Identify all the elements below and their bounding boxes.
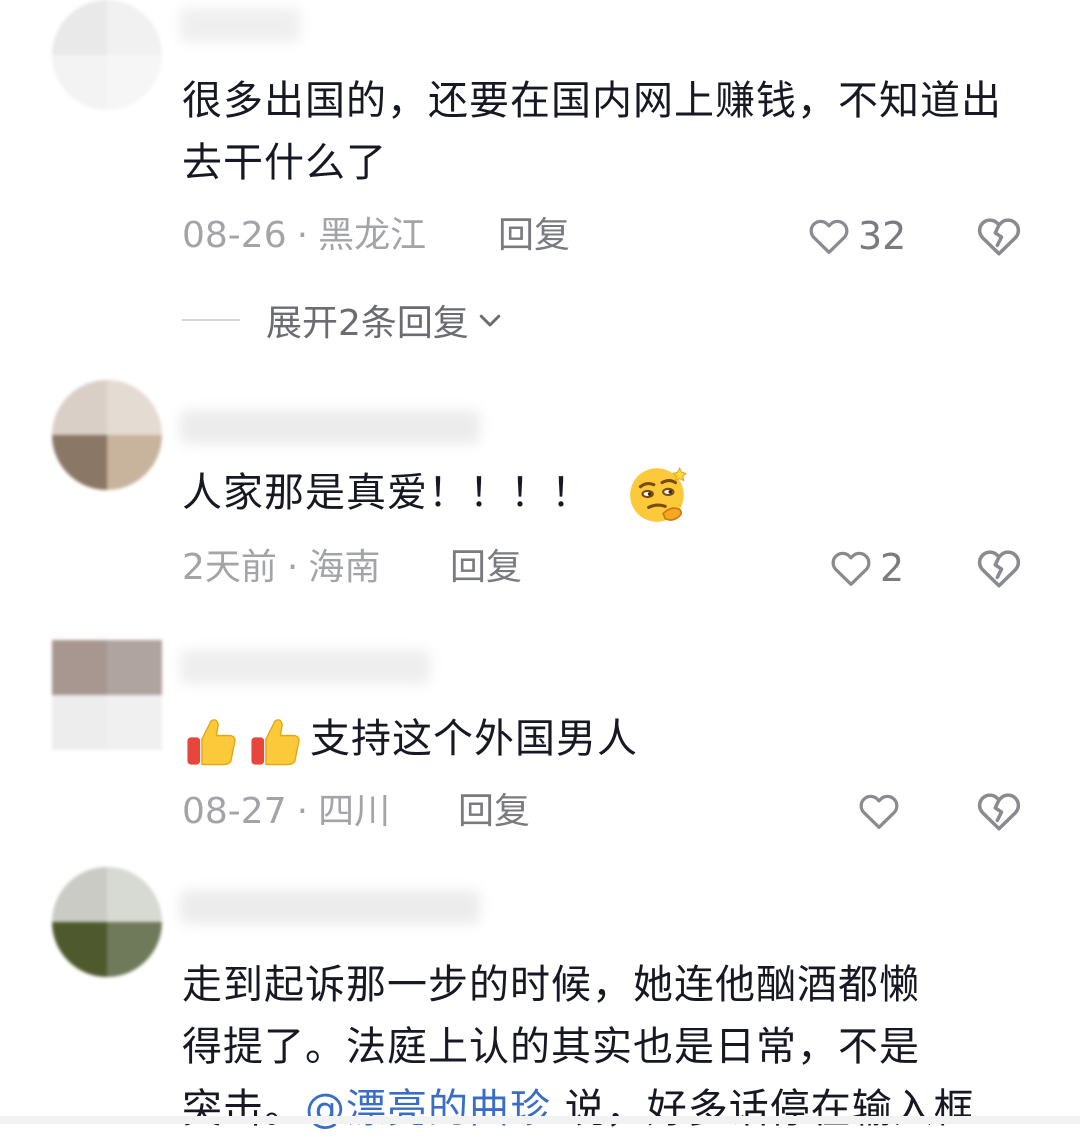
reply-button[interactable]: 回复: [498, 214, 570, 258]
comment-date: 08-26: [182, 215, 287, 256]
user-mention-link[interactable]: @漂亮的曲珍: [305, 1086, 551, 1132]
reply-button[interactable]: 回复: [450, 546, 522, 590]
comment-location: 四川: [318, 791, 391, 832]
broken-heart-icon[interactable]: [974, 543, 1024, 593]
heart-outline-icon: [831, 551, 871, 586]
avatar[interactable]: [52, 867, 162, 977]
username-blurred[interactable]: [180, 890, 480, 924]
comment-date: 08-27: [182, 791, 287, 832]
comment-location: 海南: [308, 547, 381, 588]
avatar[interactable]: [52, 0, 162, 110]
comment-text-line: 走到起诉那一步的时候，她连他酗酒都懒: [182, 962, 920, 1008]
comment-text: 人家那是真爱！！！！: [182, 462, 1012, 528]
like-button[interactable]: [856, 786, 908, 836]
thumbs-up-emoji: [187, 719, 236, 766]
comment-text-line: 突击。@漂亮的曲珍 说，好多话停在输入框: [182, 1078, 1012, 1140]
comment-text-body: 人家那是真爱！！！！: [182, 470, 592, 516]
username-blurred[interactable]: [180, 8, 300, 42]
comment-text-fragment: 说，好多话停在输入框: [551, 1086, 975, 1132]
like-count: 2: [880, 546, 905, 590]
comment-text-line: 得提了。法庭上认的其实也是日常，不是: [182, 1024, 920, 1070]
comment-meta: 08-27 · 四川: [182, 790, 390, 834]
meta-separator: ·: [296, 215, 309, 256]
comment-item: 人家那是真爱！！！！ 2天前 · 海南 回复 2: [0, 370, 1080, 610]
username-blurred[interactable]: [180, 410, 480, 444]
comment-meta: 2天前 · 海南: [182, 546, 380, 590]
avatar[interactable]: [52, 640, 162, 750]
comment-text: 很多出国的，还要在国内网上赚钱，不知道出去干什么了: [182, 78, 1002, 186]
like-count: 32: [858, 214, 907, 258]
broken-heart-icon[interactable]: [974, 211, 1024, 261]
bottom-edge: [0, 1116, 1080, 1124]
meta-separator: ·: [286, 547, 299, 588]
like-button[interactable]: 32: [806, 211, 906, 261]
comment-text: 支持这个外国男人: [182, 708, 1012, 770]
comment-text-fragment: 突击。: [182, 1086, 305, 1132]
comment-item: 走到起诉那一步的时候，她连他酗酒都懒 得提了。法庭上认的其实也是日常，不是 突击…: [0, 862, 1080, 1132]
meta-separator: ·: [296, 791, 309, 832]
expand-replies-button[interactable]: 展开2条回复: [182, 298, 505, 344]
chevron-down-icon: [479, 314, 501, 327]
comment-location: 黑龙江: [318, 215, 427, 256]
broken-heart-icon[interactable]: [974, 786, 1024, 836]
expand-divider: [182, 319, 240, 321]
smirk-thinking-emoji: [629, 467, 687, 522]
comment-text: 走到起诉那一步的时候，她连他酗酒都懒 得提了。法庭上认的其实也是日常，不是 突击…: [182, 954, 1012, 1140]
comment-date: 2天前: [182, 547, 277, 588]
like-button[interactable]: 2: [828, 543, 904, 593]
expand-replies-label: 展开2条回复: [266, 303, 469, 344]
username-blurred[interactable]: [180, 650, 430, 684]
thumbs-up-emoji: [251, 719, 300, 766]
comment-meta: 08-26 · 黑龙江: [182, 214, 426, 258]
avatar[interactable]: [52, 380, 162, 490]
heart-outline-icon: [859, 794, 899, 829]
heart-outline-icon: [809, 219, 849, 254]
comment-text-body: 支持这个外国男人: [310, 716, 638, 762]
comment-item: 很多出国的，还要在国内网上赚钱，不知道出去干什么了 08-26 · 黑龙江 回复 3…: [0, 0, 1080, 360]
reply-button[interactable]: 回复: [458, 790, 530, 834]
comment-item: 支持这个外国男人 08-27 · 四川 回复: [0, 620, 1080, 860]
